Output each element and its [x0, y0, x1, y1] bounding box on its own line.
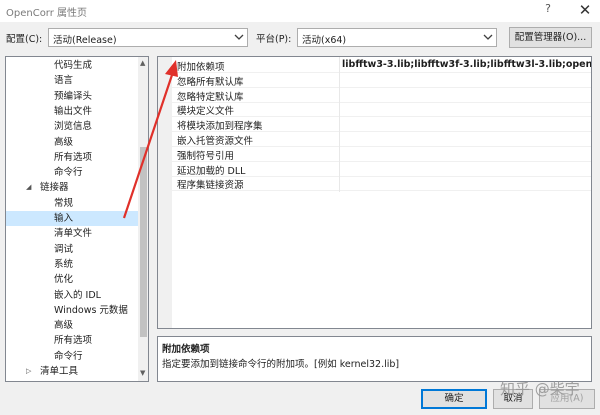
- property-name: 延迟加载的 DLL: [177, 165, 246, 177]
- property-row[interactable]: 嵌入托管资源文件: [172, 132, 591, 147]
- property-name: 强制符号引用: [177, 150, 235, 162]
- tree-item[interactable]: 预编译头: [6, 89, 138, 104]
- tree-item-label: 嵌入的 IDL: [54, 289, 101, 301]
- collapse-icon[interactable]: ◢: [26, 180, 31, 195]
- tree-item-label: 常规: [54, 197, 74, 209]
- tree-item-label: 高级: [54, 136, 74, 148]
- property-grid: 附加依赖项 libfftw3-3.lib;libfftw3f-3.lib;libf…: [157, 56, 592, 329]
- tree-item-label: 系统: [54, 258, 74, 270]
- description-panel: 附加依赖项 指定要添加到链接命令行的附加项。[例如 kernel32.lib]: [157, 336, 592, 382]
- tree-item[interactable]: 代码生成: [6, 58, 138, 73]
- scroll-down-icon[interactable]: ▼: [140, 369, 145, 377]
- description-text: 指定要添加到链接命令行的附加项。[例如 kernel32.lib]: [162, 359, 400, 370]
- tree-item[interactable]: 系统: [6, 257, 138, 272]
- tree-item-label: 清单文件: [54, 228, 93, 240]
- property-name: 忽略特定默认库: [177, 91, 244, 103]
- property-name: 附加依赖项: [177, 62, 225, 73]
- column-divider[interactable]: [339, 57, 340, 192]
- property-name: 模块定义文件: [177, 106, 235, 118]
- tree-item-label: 优化: [54, 274, 74, 286]
- property-row[interactable]: 忽略所有默认库: [172, 73, 591, 88]
- property-name: 嵌入托管资源文件: [177, 136, 254, 147]
- tree-item[interactable]: 调试: [6, 242, 138, 257]
- help-button[interactable]: ?: [541, 2, 555, 18]
- platform-select[interactable]: 活动(x64): [297, 28, 497, 47]
- property-row[interactable]: 延迟加载的 DLL: [172, 162, 591, 177]
- scrollbar-thumb[interactable]: [140, 147, 147, 337]
- tree-item[interactable]: 输出文件: [6, 104, 138, 119]
- tree-item[interactable]: ◢ 链接器: [6, 180, 138, 195]
- tree-item-label: 高级: [54, 320, 74, 332]
- property-row[interactable]: 模块定义文件: [172, 102, 591, 118]
- close-button[interactable]: ✕: [577, 1, 593, 19]
- window-title: OpenCorr 属性页: [6, 8, 88, 19]
- config-value: 活动(Release): [53, 35, 117, 46]
- tree-item-label: 所有选项: [54, 335, 93, 347]
- scroll-up-icon[interactable]: ▲: [140, 59, 145, 67]
- tree-item-label: 所有选项: [54, 151, 93, 163]
- chevron-down-icon: [483, 34, 493, 40]
- tree-item-label: 命令行: [54, 167, 83, 179]
- tree-item[interactable]: 命令行: [6, 165, 138, 180]
- tree-item-label: 调试: [54, 243, 74, 255]
- tree-item-label: 代码生成: [54, 60, 93, 71]
- config-manager-button[interactable]: 配置管理器(O)...: [509, 27, 592, 48]
- tree-item[interactable]: 命令行: [6, 349, 138, 364]
- tree-item-label: Windows 元数据: [54, 304, 128, 316]
- property-value[interactable]: libfftw3-3.lib;libfftw3f-3.lib;libfftw3l…: [342, 59, 591, 70]
- platform-value: 活动(x64): [302, 35, 347, 46]
- property-row[interactable]: 程序集链接资源: [172, 176, 591, 192]
- expand-icon[interactable]: ▷: [26, 364, 31, 379]
- description-title: 附加依赖项: [162, 344, 210, 355]
- tree-item-label: 语言: [54, 75, 74, 87]
- tree-item[interactable]: 语言: [6, 73, 138, 88]
- tree-item[interactable]: 高级: [6, 135, 138, 150]
- grid-gutter: [158, 57, 172, 328]
- tree-item[interactable]: Windows 元数据: [6, 303, 138, 318]
- property-name: 忽略所有默认库: [177, 76, 244, 88]
- tree-item[interactable]: 优化: [6, 272, 138, 287]
- tree-scrollbar[interactable]: ▲ ▼: [138, 57, 148, 381]
- property-row[interactable]: 附加依赖项 libfftw3-3.lib;libfftw3f-3.lib;libf…: [172, 58, 591, 73]
- property-row[interactable]: 将模块添加到程序集: [172, 117, 591, 133]
- platform-label: 平台(P):: [256, 34, 292, 45]
- tree-item-label: 输入: [54, 213, 74, 224]
- title-bar: OpenCorr 属性页 ? ✕: [0, 0, 600, 22]
- config-select[interactable]: 活动(Release): [48, 28, 248, 47]
- tree-item[interactable]: 常规: [6, 196, 138, 211]
- tree-item-label: 预编译头: [54, 90, 93, 102]
- tree-item[interactable]: 高级: [6, 318, 138, 333]
- config-label: 配置(C):: [6, 34, 43, 45]
- chevron-down-icon: [234, 34, 244, 40]
- tree-item[interactable]: ▷ 清单工具: [6, 364, 138, 379]
- tree-item-label: 命令行: [54, 350, 83, 362]
- tree-item[interactable]: 所有选项: [6, 333, 138, 348]
- ok-button[interactable]: 确定: [421, 389, 487, 409]
- property-tree: 代码生成 语言 预编译头 输出文件 浏览信息 高级 所有选项 命令行 ◢ 链接器 常规 输入 清单文件调…: [5, 56, 149, 382]
- property-name: 程序集链接资源: [177, 180, 244, 192]
- tree-item[interactable]: 浏览信息: [6, 119, 138, 134]
- watermark: 知乎 @柴宇: [500, 380, 580, 398]
- tree-item[interactable]: 所有选项: [6, 150, 138, 165]
- property-name: 将模块添加到程序集: [177, 121, 263, 133]
- tree-item-label: 链接器: [40, 182, 69, 194]
- property-row[interactable]: 忽略特定默认库: [172, 88, 591, 103]
- tree-item[interactable]: 嵌入的 IDL: [6, 288, 138, 303]
- tree-item-label: 输出文件: [54, 105, 93, 117]
- tree-item-label: 清单工具: [40, 366, 79, 377]
- tree-item-label: 浏览信息: [54, 121, 93, 133]
- property-row[interactable]: 强制符号引用: [172, 147, 591, 162]
- tree-item[interactable]: 输入: [6, 211, 138, 226]
- tree-item[interactable]: 清单文件: [6, 226, 138, 241]
